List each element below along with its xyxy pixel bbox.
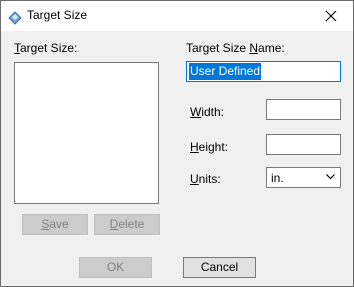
app-icon — [7, 9, 23, 25]
target-size-name-value: User Defined — [189, 63, 262, 80]
target-size-name-field[interactable]: User Defined — [186, 61, 341, 82]
height-label: Height: — [190, 140, 228, 154]
title-bar: Target Size — [1, 1, 353, 31]
units-value: in. — [271, 171, 284, 185]
units-rest: nits: — [198, 172, 221, 186]
chevron-down-icon — [326, 174, 335, 180]
save-rest: ave — [49, 217, 69, 231]
name-label-part2: ame: — [258, 41, 285, 55]
name-label-mnemonic: N — [249, 41, 259, 55]
name-label-part1: Target Size — [186, 41, 250, 55]
width-field[interactable] — [266, 99, 341, 120]
target-size-name-label: Target Size Name: — [186, 41, 285, 55]
ok-button[interactable]: OK — [79, 257, 152, 278]
width-label: Width: — [190, 105, 224, 119]
target-size-list-label: Target Size: — [14, 41, 77, 55]
save-button[interactable]: Save — [22, 214, 88, 235]
target-size-dialog: Target Size Target Size: Save Delete Tar… — [0, 0, 354, 287]
window-title: Target Size — [27, 8, 88, 22]
height-mnemonic: H — [190, 140, 199, 154]
close-icon — [325, 10, 337, 22]
units-mnemonic: U — [190, 172, 199, 186]
target-size-list[interactable] — [14, 62, 159, 204]
height-field[interactable] — [266, 134, 341, 155]
cancel-button[interactable]: Cancel — [183, 257, 256, 278]
delete-rest: elete — [118, 217, 145, 231]
delete-button[interactable]: Delete — [94, 214, 160, 235]
delete-mnemonic: D — [109, 217, 119, 231]
units-select[interactable]: in. — [266, 167, 341, 188]
height-rest: eight: — [198, 140, 229, 154]
close-button[interactable] — [309, 1, 353, 31]
units-label: Units: — [190, 172, 221, 186]
target-size-list-label-rest: arget Size: — [20, 41, 78, 55]
width-rest: idth: — [201, 105, 225, 119]
width-mnemonic: W — [190, 105, 202, 119]
